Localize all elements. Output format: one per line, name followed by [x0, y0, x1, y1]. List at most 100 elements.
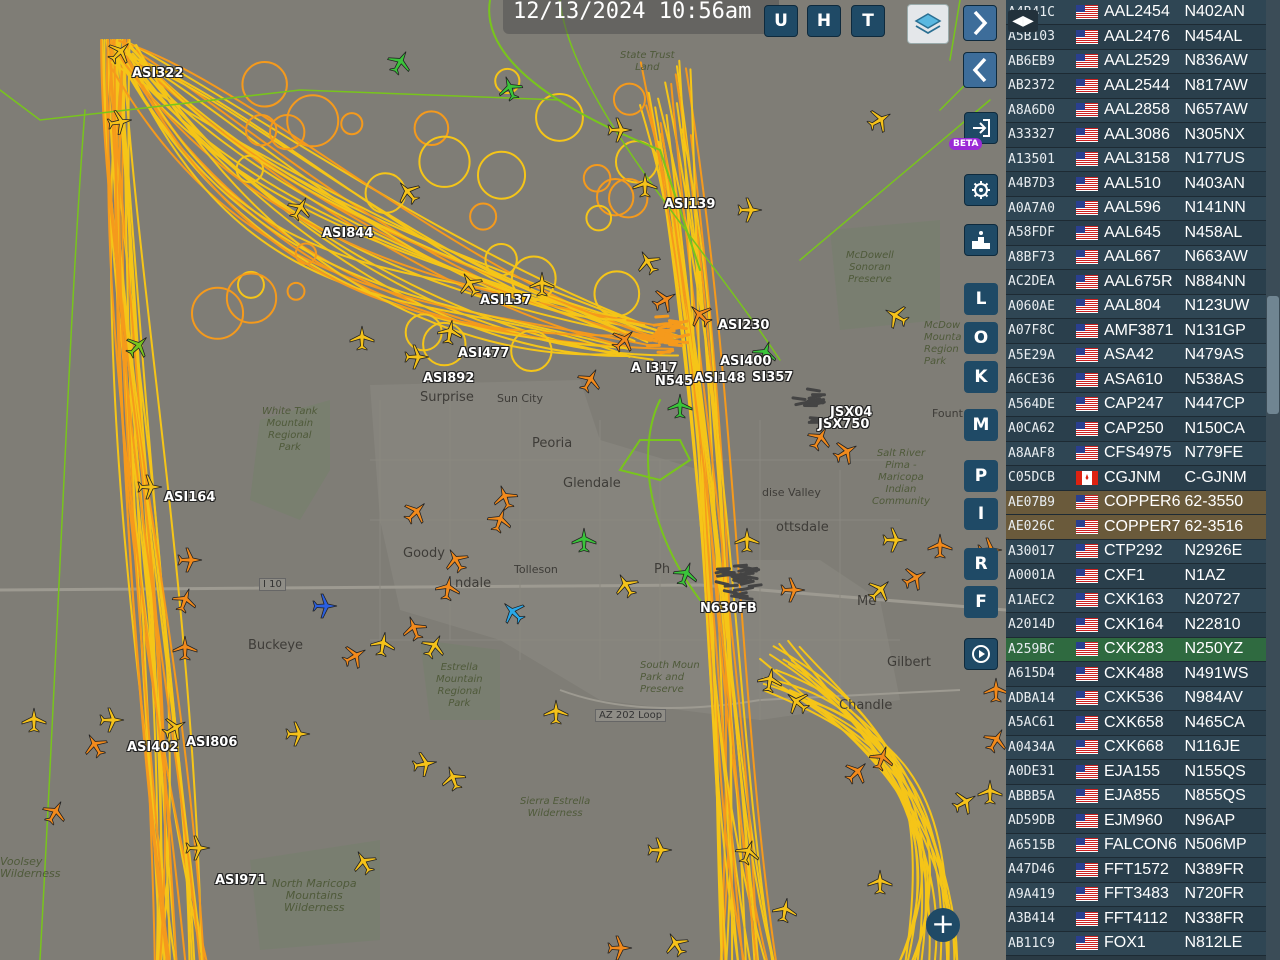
aircraft-marker[interactable] — [543, 699, 569, 725]
aircraft-marker[interactable] — [440, 765, 467, 792]
aircraft-marker[interactable] — [99, 707, 125, 733]
aircraft-row[interactable]: A6CE36 ASA610 N538AS — [1006, 367, 1266, 393]
collapse-button[interactable] — [963, 52, 997, 88]
aircraft-marker[interactable] — [125, 333, 151, 359]
aircraft-marker[interactable] — [832, 439, 859, 466]
u-button[interactable]: U — [764, 5, 798, 37]
key-r-button[interactable]: R — [964, 548, 998, 580]
aircraft-marker[interactable] — [632, 172, 658, 198]
aircraft-row[interactable]: AB11C9 FOX1 N812LE — [1006, 931, 1266, 956]
aircraft-row[interactable]: ADBA14 CXK536 N984AV — [1006, 686, 1266, 711]
aircraft-marker[interactable] — [171, 587, 198, 614]
aircraft-row[interactable]: A1AEC2 CXK163 N20727 — [1006, 588, 1266, 613]
label-n630fb[interactable]: N630FB — [700, 601, 757, 616]
aircraft-marker[interactable] — [772, 897, 798, 924]
aircraft-marker[interactable] — [651, 287, 678, 314]
settings-button[interactable] — [964, 174, 998, 206]
aircraft-row[interactable]: A0434A CXK668 N116JE — [1006, 735, 1266, 760]
aircraft-row[interactable]: A4B7D3 AAL510 N403AN — [1006, 171, 1266, 197]
aircraft-marker[interactable] — [107, 39, 133, 65]
aircraft-row[interactable]: A8AAF8 CFS4975 N779FE — [1006, 441, 1266, 466]
aircraft-row[interactable]: AB6EB9 AAL2529 N836AW — [1006, 49, 1266, 74]
label-jsx04[interactable]: JSX04 — [830, 405, 872, 420]
aircraft-row[interactable]: A0A7A0 AAL596 N141NN — [1006, 196, 1266, 221]
aircraft-row[interactable]: A5B103 AAL2476 N454AL — [1006, 24, 1266, 50]
aircraft-marker[interactable] — [951, 789, 978, 816]
aircraft-marker[interactable] — [185, 835, 211, 861]
aircraft-marker[interactable] — [635, 249, 662, 276]
aircraft-row[interactable]: AC2DEA AAL675R N884NN — [1006, 269, 1266, 295]
key-k-button[interactable]: K — [964, 361, 998, 393]
aircraft-row[interactable]: A0DE31 EJA155 N155QS — [1006, 759, 1266, 785]
aircraft-row[interactable]: A8BF73 AAL667 N663AW — [1006, 245, 1266, 270]
aircraft-marker[interactable] — [312, 593, 338, 619]
label-n545[interactable]: N545 — [655, 374, 693, 389]
aircraft-row[interactable]: A060AE AAL804 N123UW — [1006, 294, 1266, 319]
aircraft-marker[interactable] — [529, 271, 555, 297]
aircraft-row[interactable]: A33327 AAL3086 N305NX — [1006, 122, 1266, 148]
aircraft-marker[interactable] — [882, 527, 908, 553]
aircraft-list-scrollbar[interactable] — [1266, 0, 1280, 960]
aircraft-marker[interactable] — [867, 577, 893, 603]
aircraft-marker[interactable] — [983, 677, 1006, 703]
aircraft-marker[interactable] — [285, 721, 311, 747]
aircraft-marker[interactable] — [672, 561, 699, 588]
aircraft-marker[interactable] — [982, 727, 1006, 754]
aircraft-row[interactable]: A30017 CTP292 N2926E — [1006, 539, 1266, 564]
aircraft-marker[interactable] — [663, 931, 690, 958]
aircraft-marker[interactable] — [177, 547, 203, 573]
aircraft-row[interactable]: A615D4 CXK488 N491WS — [1006, 661, 1266, 687]
aircraft-row[interactable]: A8A6D0 AAL2858 N657AW — [1006, 98, 1266, 123]
aircraft-marker[interactable] — [611, 327, 637, 353]
label-asi971[interactable]: ASI971 — [215, 873, 266, 888]
aircraft-marker[interactable] — [883, 303, 910, 330]
aircraft-row[interactable]: A47D46 FFT1572 N389FR — [1006, 857, 1266, 883]
label-asi400[interactable]: ASI400 — [720, 354, 771, 369]
label-asi806[interactable]: ASI806 — [186, 735, 237, 750]
aircraft-marker[interactable] — [977, 779, 1003, 805]
aircraft-marker[interactable] — [607, 117, 633, 143]
aircraft-marker[interactable] — [784, 689, 811, 715]
label-asi317[interactable]: A I317 — [631, 361, 678, 376]
label-asi477[interactable]: ASI477 — [458, 346, 509, 361]
label-asi148[interactable]: ASI148 — [694, 371, 745, 386]
panel-resize-handle[interactable]: ◀▶ — [1008, 10, 1038, 32]
aircraft-marker[interactable] — [435, 575, 461, 602]
replay-button[interactable] — [964, 638, 998, 670]
aircraft-marker[interactable] — [370, 631, 396, 658]
key-f-button[interactable]: F — [964, 586, 998, 618]
aircraft-marker[interactable] — [443, 547, 470, 574]
aircraft-marker[interactable] — [106, 109, 133, 135]
aircraft-marker[interactable] — [901, 565, 928, 592]
aircraft-row[interactable]: A3B414 FFT4112 N338FR — [1006, 906, 1266, 932]
label-asi892[interactable]: ASI892 — [423, 371, 474, 386]
aircraft-row[interactable]: A259BC CXK283 N250YZ — [1006, 637, 1266, 662]
label-asi357[interactable]: SI357 — [752, 370, 793, 385]
aircraft-row[interactable]: C05DCB CGJNM C-GJNM — [1006, 465, 1266, 491]
aircraft-row[interactable]: AE07B9 COPPER6 62-3550 — [1006, 490, 1266, 515]
aircraft-marker[interactable] — [341, 643, 368, 670]
aircraft-marker[interactable] — [137, 474, 163, 500]
label-asi139[interactable]: ASI139 — [664, 197, 715, 212]
aircraft-marker[interactable] — [403, 499, 429, 525]
aircraft-marker[interactable] — [867, 869, 893, 895]
aircraft-marker[interactable] — [866, 107, 893, 134]
label-asi402[interactable]: ASI402 — [127, 740, 178, 755]
expand-button[interactable] — [963, 5, 997, 41]
aircraft-marker[interactable] — [687, 302, 713, 328]
aircraft-row[interactable]: AB2372 AAL2544 N817AW — [1006, 73, 1266, 99]
aircraft-row[interactable]: A9A419 FFT3483 N720FR — [1006, 882, 1266, 907]
aircraft-marker[interactable] — [734, 839, 761, 866]
label-asi844[interactable]: ASI844 — [322, 226, 373, 241]
aircraft-marker[interactable] — [667, 393, 693, 419]
aircraft-marker[interactable] — [437, 319, 463, 346]
aircraft-row[interactable]: A2014D CXK164 N22810 — [1006, 612, 1266, 638]
aircraft-marker[interactable] — [172, 635, 198, 661]
aircraft-row[interactable]: A564DE CAP247 N447CP — [1006, 392, 1266, 417]
aircraft-marker[interactable] — [420, 633, 447, 660]
flight-map[interactable]: Surprise Sun City Peoria Glendale Goody … — [0, 0, 1006, 960]
aircraft-marker[interactable] — [161, 715, 188, 742]
aircraft-row[interactable]: A0CA62 CAP250 N150CA — [1006, 416, 1266, 442]
aircraft-marker[interactable] — [286, 195, 313, 222]
label-asi322[interactable]: ASI322 — [132, 66, 183, 81]
